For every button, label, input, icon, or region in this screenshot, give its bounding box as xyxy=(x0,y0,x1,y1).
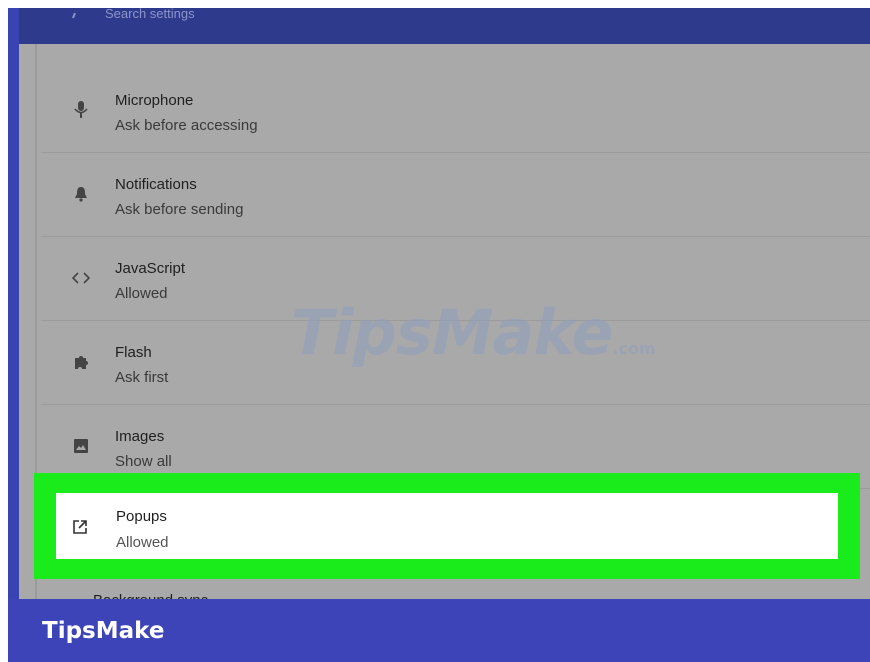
setting-subtitle: Ask before sending xyxy=(115,201,244,218)
code-icon xyxy=(71,268,91,288)
setting-microphone[interactable]: Microphone Ask before accessing xyxy=(41,68,870,153)
setting-title: Microphone xyxy=(115,92,194,109)
setting-subtitle: Ask before accessing xyxy=(115,117,258,134)
bell-icon xyxy=(71,184,91,204)
watermark: TipsMake.com xyxy=(291,296,656,369)
setting-subtitle: Allowed xyxy=(115,285,168,302)
watermark-suffix: .com xyxy=(612,339,656,358)
footer-brand: TipsMake xyxy=(42,618,165,644)
setting-subtitle: Ask first xyxy=(115,369,169,386)
image-icon xyxy=(71,436,91,456)
microphone-icon xyxy=(71,100,91,120)
setting-popups[interactable]: Popups Allowed xyxy=(56,493,838,559)
setting-title: Popups xyxy=(116,508,167,525)
setting-title: Flash xyxy=(115,344,152,361)
open-in-new-icon xyxy=(70,517,90,537)
footer-bar: TipsMake xyxy=(8,599,870,662)
setting-title: Images xyxy=(115,428,165,445)
search-input[interactable]: Search settings xyxy=(105,8,195,20)
setting-notifications[interactable]: Notifications Ask before sending xyxy=(41,152,870,237)
setting-subtitle: Show all xyxy=(115,453,172,470)
setting-title: JavaScript xyxy=(115,260,186,277)
setting-title: Notifications xyxy=(115,176,197,193)
search-icon[interactable] xyxy=(67,10,83,20)
watermark-text: TipsMake xyxy=(291,296,613,369)
setting-subtitle: Allowed xyxy=(116,534,169,551)
puzzle-icon xyxy=(71,352,91,372)
screenshot-frame: Search settings Microphone Ask before ac… xyxy=(8,8,870,662)
search-bar[interactable]: Search settings xyxy=(19,8,870,44)
left-border xyxy=(8,8,19,662)
